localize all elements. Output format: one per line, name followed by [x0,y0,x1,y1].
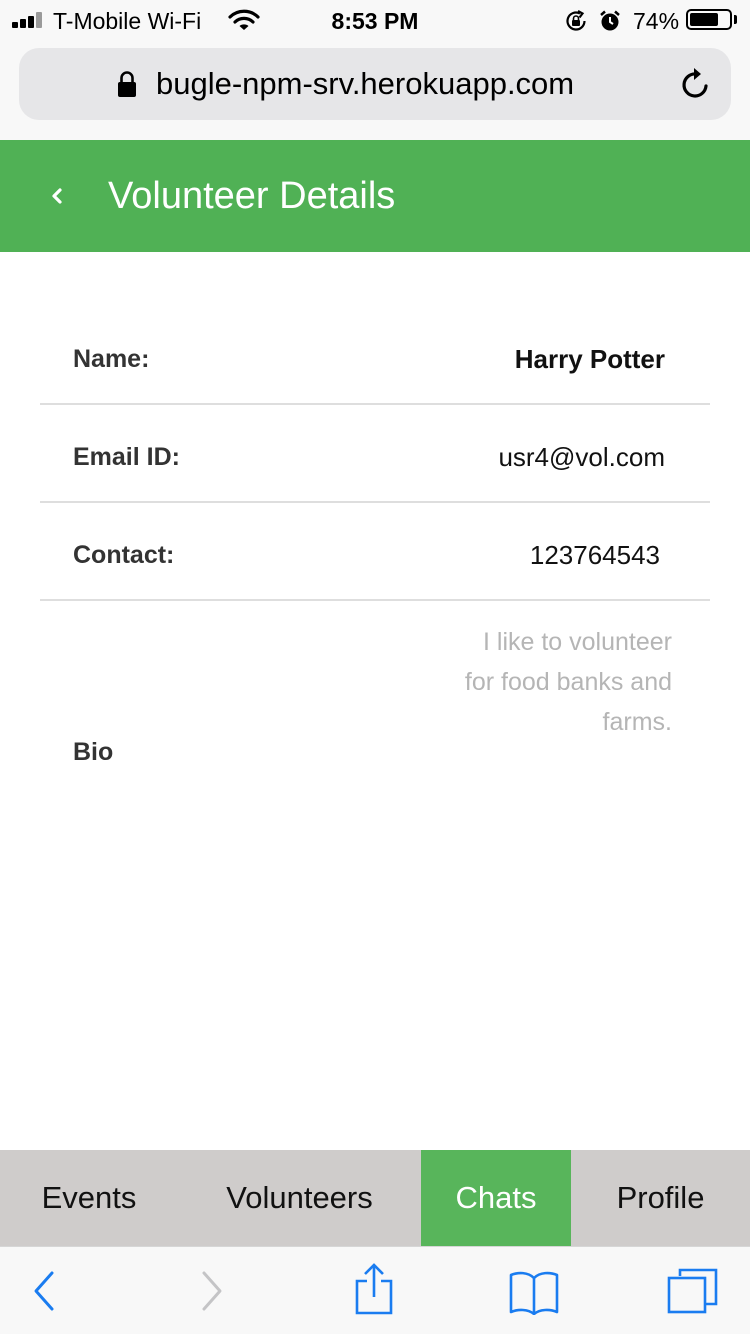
detail-row-email: Email ID: usr4@vol.com [40,405,710,503]
url-text: bugle-npm-srv.herokuapp.com [156,66,575,101]
bio-line: I like to volunteer [483,628,672,656]
rotation-lock-icon [564,9,588,39]
status-bar: T-Mobile Wi-Fi 8:53 PM 74% [0,0,750,40]
back-arrow-icon[interactable] [30,1269,58,1318]
detail-row-name: Name: Harry Potter [40,307,710,405]
bio-value: I like to volunteer for food banks and f… [420,622,672,742]
name-label: Name: [73,345,150,373]
contact-value: 123764543 [529,540,660,570]
tab-events[interactable]: Events [0,1150,178,1246]
reload-icon[interactable] [679,66,713,107]
forward-arrow-icon[interactable] [198,1269,226,1318]
bio-label: Bio [73,738,114,766]
name-value: Harry Potter [514,344,665,374]
detail-row-contact: Contact: 123764543 [40,503,710,601]
tabs-icon[interactable] [666,1267,720,1320]
bio-line: farms. [602,708,672,736]
battery-level-fill [690,13,719,26]
email-value: usr4@vol.com [498,442,665,472]
chevron-left-icon [52,188,62,204]
battery-percent: 74% [633,8,680,34]
tab-volunteers[interactable]: Volunteers [178,1150,421,1246]
screen: T-Mobile Wi-Fi 8:53 PM 74% bugle-npm-srv… [0,0,750,1334]
back-button[interactable] [44,180,74,212]
bio-line: for food banks and [464,668,672,696]
tab-profile[interactable]: Profile [571,1150,750,1246]
app-header: Volunteer Details [0,140,750,252]
email-label: Email ID: [73,443,180,471]
page-title: Volunteer Details [108,175,396,217]
alarm-icon [598,9,622,39]
tab-chats[interactable]: Chats [421,1150,571,1246]
contact-label: Contact: [73,541,175,569]
browser-toolbar [0,1246,750,1334]
address-bar[interactable]: bugle-npm-srv.herokuapp.com [19,48,731,120]
share-icon[interactable] [352,1263,396,1320]
battery-icon [686,9,732,30]
lock-icon [117,70,137,103]
browser-address-area: bugle-npm-srv.herokuapp.com [0,40,750,140]
tab-bar: Events Volunteers Chats Profile [0,1150,750,1246]
battery-nub [734,15,737,24]
bookmarks-icon[interactable] [508,1269,560,1320]
